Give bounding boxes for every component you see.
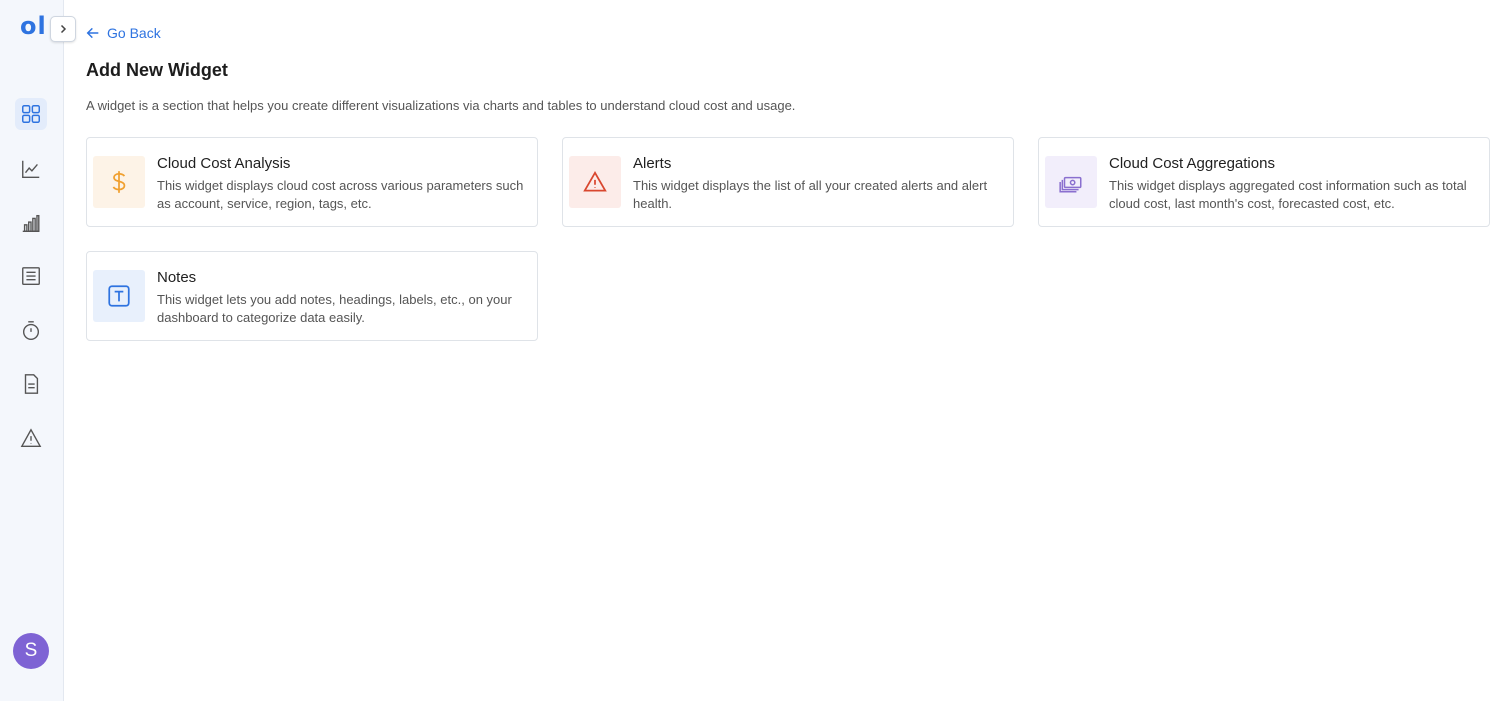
go-back-label[interactable]: Go Back [107,25,161,41]
logo[interactable]: ol [20,12,47,40]
page-description: A widget is a section that helps you cre… [86,98,796,113]
sidebar-item-bar-chart[interactable] [15,207,47,239]
widget-description: This widget lets you add notes, headings… [157,292,512,325]
widget-icon-box [1045,156,1097,208]
widget-description: This widget displays aggregated cost inf… [1109,178,1467,211]
dollar-icon [112,171,126,193]
widget-icon-box [93,270,145,322]
text-icon [108,285,130,307]
alert-icon [583,171,607,192]
warning-icon [20,428,42,447]
widget-icon-box [93,156,145,208]
sidebar-item-list[interactable] [15,260,47,292]
go-back-link[interactable]: Go Back [85,25,161,41]
sidebar-item-stopwatch[interactable] [15,315,47,347]
widget-card-notes[interactable]: Notes This widget lets you add notes, he… [86,251,538,341]
sidebar-item-document[interactable] [15,368,47,400]
widget-card-alerts[interactable]: Alerts This widget displays the list of … [562,137,1014,227]
sidebar-item-warning[interactable] [15,422,47,454]
widget-card-cloud-cost-aggregations[interactable]: Cloud Cost Aggregations This widget disp… [1038,137,1490,227]
main-content: Go Back Add New Widget A widget is a sec… [64,0,1512,701]
bar-chart-icon [22,214,40,232]
sidebar: ol S [0,0,64,701]
widget-title[interactable]: Notes [157,269,196,286]
widget-title[interactable]: Cloud Cost Aggregations [1109,155,1275,172]
page-title: Add New Widget [86,60,228,80]
widget-title[interactable]: Cloud Cost Analysis [157,155,290,172]
cash-stack-icon [1059,176,1082,193]
sidebar-item-dashboard[interactable] [15,98,47,130]
widget-icon-box [569,156,621,208]
sidebar-expand-button[interactable] [50,16,76,42]
sidebar-item-line-chart[interactable] [15,153,47,185]
app: ol S Go Back Add New Widget A widget is … [0,0,1512,701]
line-chart-icon [22,160,40,178]
widget-description: This widget displays cloud cost across v… [157,178,524,211]
widget-description: This widget displays the list of all you… [633,178,988,211]
arrow-left-icon[interactable] [85,25,101,41]
stopwatch-icon [22,321,40,340]
list-icon [22,267,40,285]
document-icon [24,374,39,394]
dashboard-icon [22,105,40,123]
chevron-right-icon [60,24,67,34]
avatar[interactable]: S [13,633,49,669]
widget-card-cloud-cost-analysis[interactable]: Cloud Cost Analysis This widget displays… [86,137,538,227]
widget-title[interactable]: Alerts [633,155,671,172]
